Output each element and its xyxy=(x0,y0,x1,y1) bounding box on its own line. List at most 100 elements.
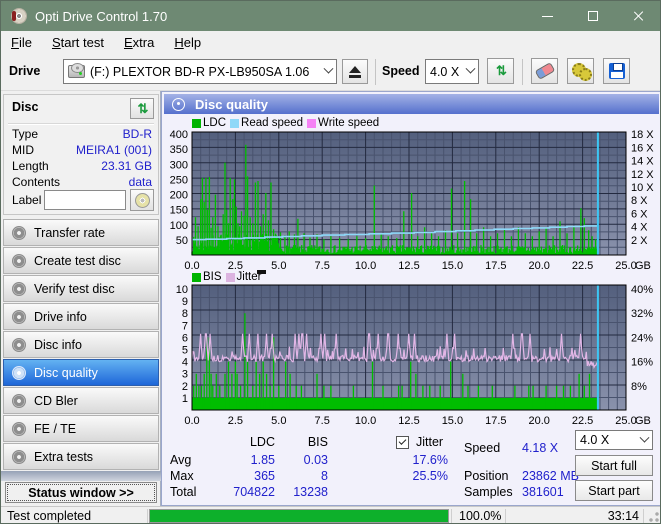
disc-icon xyxy=(12,421,26,436)
svg-text:6 X: 6 X xyxy=(631,208,648,220)
sidebar-item-disc-info[interactable]: Disc info xyxy=(3,331,159,358)
save-button[interactable] xyxy=(603,58,630,84)
disc-refresh-button[interactable]: ⇅ xyxy=(130,98,154,119)
svg-text:400: 400 xyxy=(170,130,188,141)
menu-file[interactable]: File xyxy=(1,33,42,52)
progress-bar xyxy=(149,509,449,523)
svg-text:5: 5 xyxy=(182,344,188,356)
max-bis: 8 xyxy=(321,469,328,483)
refresh-arrows-icon: ⇅ xyxy=(137,100,149,116)
floppy-save-icon xyxy=(608,63,625,79)
jitter-checkbox-label: Jitter xyxy=(416,435,444,449)
svg-text:10 X: 10 X xyxy=(631,182,654,194)
menu-help[interactable]: Help xyxy=(164,33,211,52)
disc-contents-value: data xyxy=(128,175,152,189)
svg-text:150: 150 xyxy=(170,205,188,217)
svg-text:7.5: 7.5 xyxy=(315,260,330,272)
start-part-button[interactable]: Start part xyxy=(575,480,653,501)
minimize-icon xyxy=(541,15,553,17)
svg-text:10.0: 10.0 xyxy=(355,415,376,427)
erase-disc-button[interactable] xyxy=(531,58,558,84)
svg-text:300: 300 xyxy=(170,159,188,171)
svg-text:200: 200 xyxy=(170,190,188,202)
sidebar-item-label: Disc quality xyxy=(34,365,98,380)
maximize-button[interactable] xyxy=(570,1,616,31)
speed-select[interactable]: 4.0 X xyxy=(425,59,479,84)
eject-icon xyxy=(348,65,362,78)
svg-text:18 X: 18 X xyxy=(631,130,654,141)
drive-select-value: (F:) PLEXTOR BD-R PX-LB950SA 1.06 xyxy=(90,64,310,79)
disc-label-input[interactable] xyxy=(44,190,126,210)
svg-text:GB: GB xyxy=(635,260,651,272)
menu-start-test[interactable]: Start test xyxy=(42,33,114,52)
svg-text:1: 1 xyxy=(182,393,188,405)
svg-text:4: 4 xyxy=(182,357,188,369)
svg-text:17.5: 17.5 xyxy=(485,260,506,272)
disc-type-value: BD-R xyxy=(122,127,152,141)
disc-label-button[interactable] xyxy=(130,189,154,211)
avg-jitter: 17.6% xyxy=(412,453,448,467)
svg-text:10.0: 10.0 xyxy=(355,260,376,272)
menu-bar: File Start test Extra Help xyxy=(1,31,660,53)
chevron-down-icon xyxy=(465,63,476,74)
disc-type-label: Type xyxy=(12,127,39,141)
eject-button[interactable] xyxy=(342,59,368,84)
svg-text:8%: 8% xyxy=(631,381,647,393)
stats-col-ldc: LDC xyxy=(249,435,275,449)
svg-text:5.0: 5.0 xyxy=(271,260,286,272)
sidebar-item-fe-te[interactable]: FE / TE xyxy=(3,415,159,442)
svg-text:12.5: 12.5 xyxy=(398,260,419,272)
close-icon xyxy=(633,10,645,22)
disc-icon xyxy=(12,281,26,296)
svg-text:40%: 40% xyxy=(631,284,653,296)
svg-text:25.0: 25.0 xyxy=(615,415,636,427)
sidebar-item-label: Extra tests xyxy=(34,449,94,464)
sidebar-item-create-test-disc[interactable]: Create test disc xyxy=(3,247,159,274)
drive-label: Drive xyxy=(9,64,41,78)
drive-select[interactable]: (F:) PLEXTOR BD-R PX-LB950SA 1.06 xyxy=(63,59,337,84)
refresh-button[interactable]: ⇅ xyxy=(487,58,514,84)
ldc-legend-label: LDC xyxy=(203,117,227,129)
svg-text:16 X: 16 X xyxy=(631,142,654,154)
disc-length-value: 23.31 GB xyxy=(101,159,152,173)
status-window-button[interactable]: Status window >> xyxy=(5,482,157,503)
disc-mid-label: MID xyxy=(12,143,34,157)
resize-grip[interactable] xyxy=(648,511,660,523)
svg-text:GB: GB xyxy=(635,415,651,427)
tools-button[interactable] xyxy=(567,58,594,84)
max-jitter: 25.5% xyxy=(412,469,448,483)
sidebar-item-transfer-rate[interactable]: Transfer rate xyxy=(3,219,159,246)
sidebar-item-verify-test-disc[interactable]: Verify test disc xyxy=(3,275,159,302)
progress-percent: 100.0% xyxy=(459,509,502,523)
disc-icon xyxy=(12,449,26,464)
toolbar: Drive (F:) PLEXTOR BD-R PX-LB950SA 1.06 … xyxy=(1,53,660,91)
disc-icon xyxy=(12,309,26,324)
status-bar: Test completed 100.0% 33:14 xyxy=(1,506,660,523)
maximize-icon xyxy=(588,11,598,21)
svg-text:7: 7 xyxy=(182,320,188,332)
sidebar-item-extra-tests[interactable]: Extra tests xyxy=(3,443,159,470)
disc-icon xyxy=(12,225,26,240)
sidebar-item-drive-info[interactable]: Drive info xyxy=(3,303,159,330)
disc-icon xyxy=(172,97,185,111)
disc-info-panel: Disc ⇅ Type BD-R MID MEIRA1 (001) Length 23… xyxy=(3,94,159,215)
avg-bis: 0.03 xyxy=(303,453,328,467)
svg-text:50: 50 xyxy=(176,235,188,247)
ldc-speed-chart: 4003503002502001501005018 X16 X14 X12 X1… xyxy=(170,130,655,272)
test-speed-select[interactable]: 4.0 X xyxy=(575,430,653,450)
jitter-checkbox[interactable] xyxy=(396,436,409,449)
minimize-button[interactable] xyxy=(524,1,570,31)
start-full-button[interactable]: Start full xyxy=(575,455,653,476)
close-button[interactable] xyxy=(616,1,660,31)
svg-text:2.5: 2.5 xyxy=(228,415,243,427)
svg-text:22.5: 22.5 xyxy=(572,415,593,427)
menu-extra[interactable]: Extra xyxy=(114,33,164,52)
sidebar-item-disc-quality[interactable]: Disc quality xyxy=(3,359,159,386)
position-stat-value: 23862 MB xyxy=(522,469,579,483)
svg-text:20.0: 20.0 xyxy=(528,415,549,427)
speed-stat-label: Speed xyxy=(464,441,501,455)
sidebar-item-cd-bler[interactable]: CD Bler xyxy=(3,387,159,414)
svg-text:12 X: 12 X xyxy=(631,169,654,181)
svg-text:2: 2 xyxy=(182,381,188,393)
samples-stat-value: 381601 xyxy=(522,485,564,499)
